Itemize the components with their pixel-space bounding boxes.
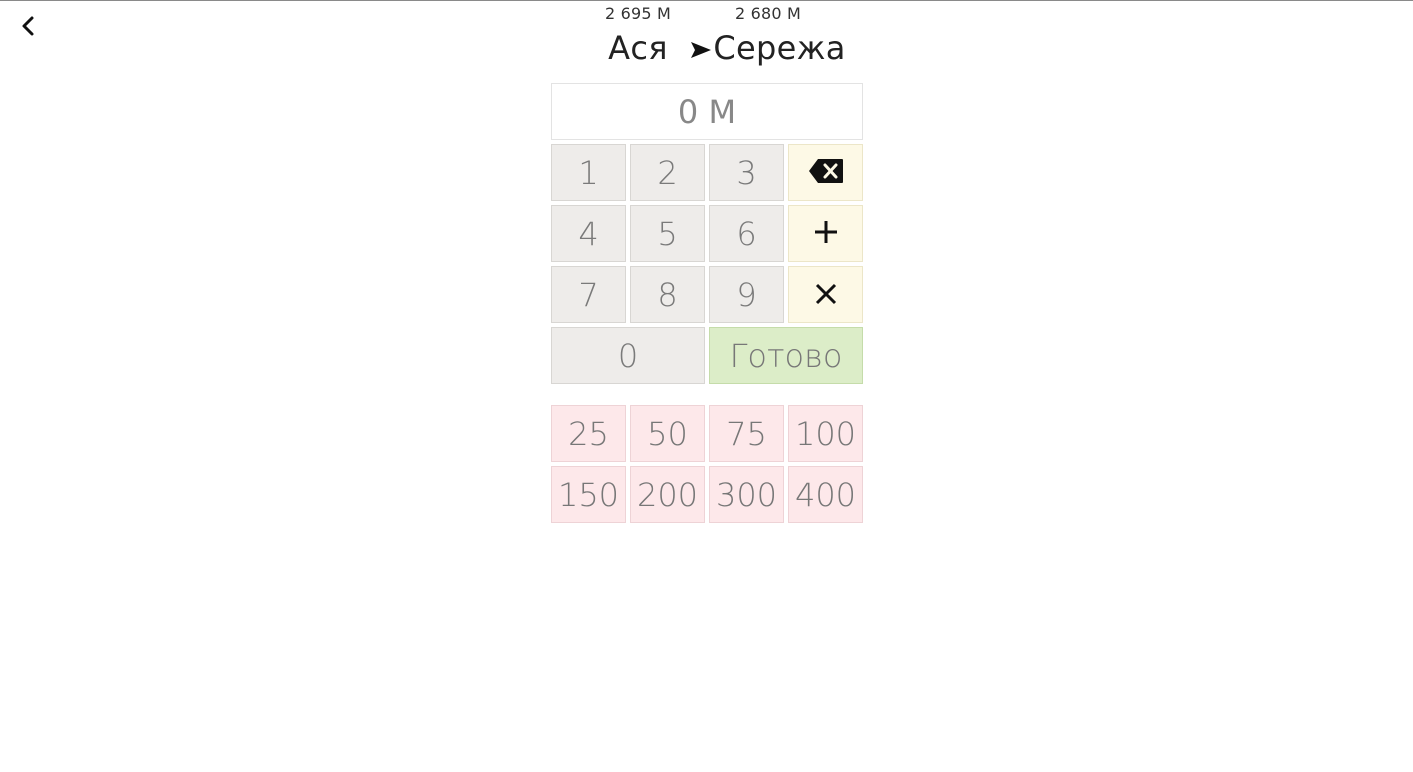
player-to-balance: 2 680 М	[734, 4, 802, 23]
quick-amount-button[interactable]: 75	[709, 405, 784, 462]
multiply-icon	[814, 276, 838, 314]
player-from-balance: 2 695 М	[604, 4, 672, 23]
key-5[interactable]: 5	[630, 205, 705, 262]
done-button[interactable]: Готово	[709, 327, 863, 384]
backspace-icon	[808, 154, 844, 192]
plus-button[interactable]	[788, 205, 863, 262]
multiply-button[interactable]	[788, 266, 863, 323]
player-to-label: Сережа	[686, 29, 850, 67]
player-to[interactable]: 2 680 М Сережа	[686, 4, 850, 67]
quick-amount-button[interactable]: 200	[630, 466, 705, 523]
top-divider	[0, 0, 1413, 1]
quick-amount-button[interactable]: 400	[788, 466, 863, 523]
key-1[interactable]: 1	[551, 144, 626, 201]
key-0[interactable]: 0	[551, 327, 705, 384]
key-4[interactable]: 4	[551, 205, 626, 262]
key-9[interactable]: 9	[709, 266, 784, 323]
key-7[interactable]: 7	[551, 266, 626, 323]
quick-amount-button[interactable]: 150	[551, 466, 626, 523]
back-button[interactable]	[14, 14, 42, 42]
send-arrow-icon	[690, 29, 712, 67]
player-from-name: Ася	[608, 29, 668, 67]
key-6[interactable]: 6	[709, 205, 784, 262]
player-from[interactable]: 2 695 М Ася	[580, 4, 696, 67]
plus-icon	[813, 215, 839, 253]
player-to-name: Сережа	[713, 29, 846, 67]
key-8[interactable]: 8	[630, 266, 705, 323]
chevron-left-icon	[21, 15, 35, 41]
quick-amount-button[interactable]: 100	[788, 405, 863, 462]
quick-amount-button[interactable]: 50	[630, 405, 705, 462]
quick-amount-button[interactable]: 300	[709, 466, 784, 523]
quick-amount-button[interactable]: 25	[551, 405, 626, 462]
key-3[interactable]: 3	[709, 144, 784, 201]
amount-display: 0 М	[551, 83, 863, 140]
backspace-button[interactable]	[788, 144, 863, 201]
key-2[interactable]: 2	[630, 144, 705, 201]
